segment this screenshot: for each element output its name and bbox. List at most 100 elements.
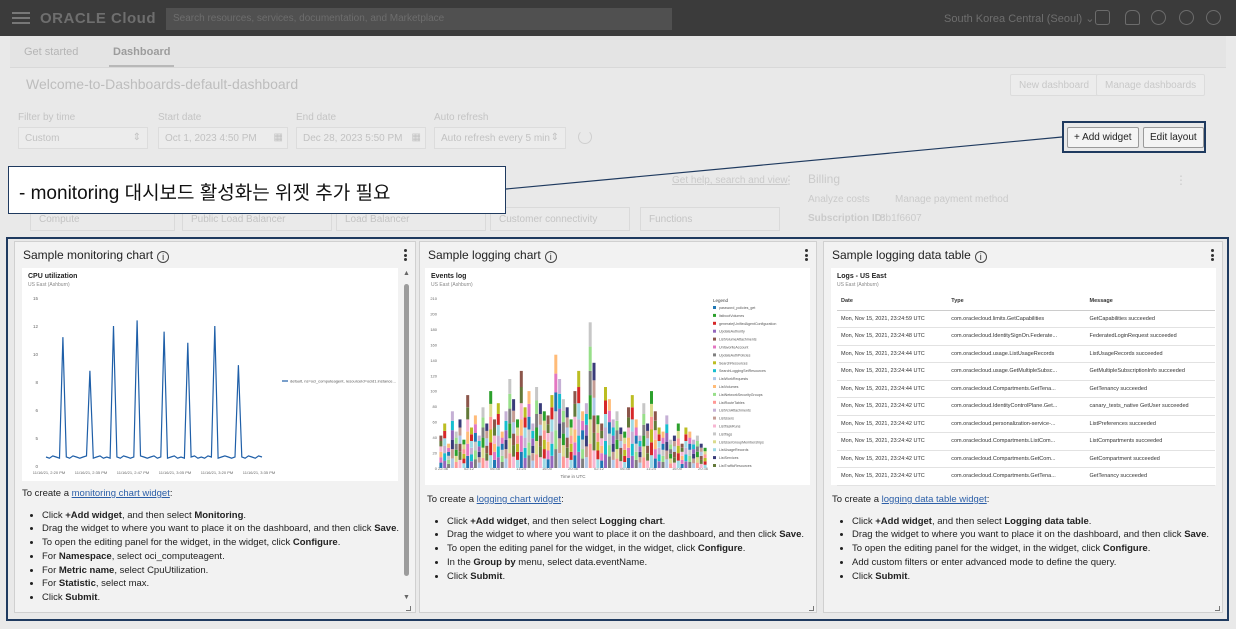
y-tick-label: 12 [33,324,39,329]
language-globe-icon[interactable] [1179,10,1194,25]
event-bar-segment [653,449,657,459]
legend-swatch [713,321,716,325]
legend-swatch [713,313,716,317]
logging-data-table-widget-link[interactable]: logging data table widget [882,494,987,505]
oracle-cloud-logo[interactable]: ORACLE Cloud [40,10,156,27]
profile-avatar-icon[interactable] [1206,10,1221,25]
filter-by-time-select[interactable]: Custom ⇕ [18,127,148,149]
event-bar-segment [558,453,562,468]
event-bar-segment [493,451,496,460]
region-selector[interactable]: South Korea Central (Seoul) ⌄ [944,12,1094,25]
instruction-step: To open the editing panel for the widget… [852,542,1217,556]
event-bar-segment [466,431,470,444]
table-cell: com.oraclecloud.IdentityControlPlane.Get… [947,397,1086,416]
service-box[interactable]: Customer connectivity [490,207,630,231]
table-cell: GetTenancy succeeded [1085,380,1215,398]
new-dashboard-button[interactable]: New dashboard [1010,74,1099,96]
event-bar-segment [596,415,600,425]
calendar-icon[interactable]: ▦ [274,132,283,143]
table-row[interactable]: Mon, Nov 15, 2021, 23:24:42 UTC com.oracl… [837,397,1215,416]
table-row[interactable]: Mon, Nov 15, 2021, 23:24:42 UTC com.oracl… [837,467,1215,486]
event-bar-segment [630,407,634,420]
event-bar-segment [538,414,542,425]
event-bar-segment [584,435,588,447]
calendar-icon[interactable]: ▦ [412,132,421,143]
event-bar-segment [581,430,585,440]
region-label: South Korea Central (Seoul) [944,13,1083,25]
event-bar-segment [692,463,696,468]
service-box[interactable]: Functions [640,207,780,231]
table-row[interactable]: Mon, Nov 15, 2021, 23:24:44 UTC com.oracl… [837,380,1215,398]
search-input[interactable]: Search resources, services, documentatio… [166,8,672,30]
kebab-menu-icon[interactable]: ⋮ [1175,173,1187,187]
scroll-down-icon[interactable]: ▼ [403,594,410,601]
help-search-link[interactable]: Get help, search and view [672,175,788,186]
table-row[interactable]: Mon, Nov 15, 2021, 23:24:42 UTC com.oracl… [837,432,1215,451]
event-bar-segment [584,414,588,425]
cpu-series-line [45,320,263,460]
scrollbar-thumb[interactable] [404,284,409,576]
event-bar-segment [627,417,630,428]
event-bar-segment [573,455,577,468]
column-header[interactable]: Message [1085,293,1215,311]
scroll-up-icon[interactable]: ▲ [403,270,410,277]
tab-dashboard[interactable]: Dashboard [108,46,175,67]
table-row[interactable]: Mon, Nov 15, 2021, 23:24:44 UTC com.oracl… [837,345,1215,363]
column-header[interactable]: Type [947,293,1086,311]
resize-handle-icon[interactable] [1214,605,1220,611]
manage-dashboards-button[interactable]: Manage dashboards [1096,74,1206,96]
table-row[interactable]: Mon, Nov 15, 2021, 23:24:42 UTC com.oracl… [837,415,1215,433]
table-row[interactable]: Mon, Nov 15, 2021, 23:24:44 UTC com.oracl… [837,362,1215,381]
end-date-label: End date [296,112,337,123]
event-bar-segment [569,451,573,460]
monitoring-chart-widget-link[interactable]: monitoring chart widget [72,488,170,499]
event-bar-segment [496,424,500,436]
table-row[interactable]: Mon, Nov 15, 2021, 23:24:48 UTC com.oracl… [837,327,1215,346]
info-icon[interactable]: i [974,251,987,263]
kebab-menu-icon[interactable] [1211,249,1214,261]
kebab-menu-icon[interactable] [404,249,407,261]
refresh-icon[interactable] [578,130,592,144]
table-row[interactable]: Mon, Nov 15, 2021, 23:24:42 UTC com.oracl… [837,450,1215,468]
event-bar-segment [439,446,443,452]
logging-chart-widget-link[interactable]: logging chart widget [477,494,562,505]
manage-payment-link[interactable]: Manage payment method [895,194,1008,205]
column-header[interactable]: Date [837,293,948,311]
table-row[interactable]: Mon, Nov 15, 2021, 23:24:59 UTC com.oracl… [837,310,1215,328]
event-bar-segment [646,430,650,439]
event-bar-segment [611,443,615,452]
cloud-shell-icon[interactable] [1095,10,1110,25]
add-widget-button[interactable]: + Add widget [1067,127,1139,148]
event-bar-segment [588,370,592,396]
step-text: In the [447,556,474,568]
resize-handle-icon[interactable] [405,605,411,611]
kebab-menu-icon[interactable]: ⋮ [783,173,795,187]
event-bar-segment [542,458,546,468]
event-bar-segment [672,435,676,441]
end-date-input[interactable]: Dec 28, 2023 5:50 PM ▦ [296,127,426,149]
event-bar-segment [462,463,466,468]
event-bar-segment [538,435,542,447]
info-icon[interactable]: i [544,251,557,263]
event-bar-segment [550,455,554,468]
tab-get-started[interactable]: Get started [24,46,78,58]
event-bar-segment [699,443,703,448]
event-bar-segment [508,408,512,424]
event-bar-segment [466,395,470,408]
edit-layout-button[interactable]: Edit layout [1143,127,1204,148]
event-bar-segment [542,439,546,450]
notifications-bell-icon[interactable] [1125,10,1140,25]
analyze-costs-link[interactable]: Analyze costs [808,194,870,205]
info-icon[interactable]: i [157,251,170,263]
x-tick-label: 02:12 [464,466,475,471]
start-date-input[interactable]: Oct 1, 2023 4:50 PM ▦ [158,127,288,149]
event-bar-segment [508,379,512,394]
monitoring-scrollbar[interactable]: ▲ ▼ [402,268,411,608]
kebab-menu-icon[interactable] [805,249,808,261]
auto-refresh-select[interactable]: Auto refresh every 5 min ⇕ [434,127,566,149]
help-icon[interactable] [1151,10,1166,25]
event-bar-segment [669,458,673,464]
hamburger-menu-icon[interactable] [12,12,30,24]
step-text: , and then select [526,515,600,527]
resize-handle-icon[interactable] [808,605,814,611]
